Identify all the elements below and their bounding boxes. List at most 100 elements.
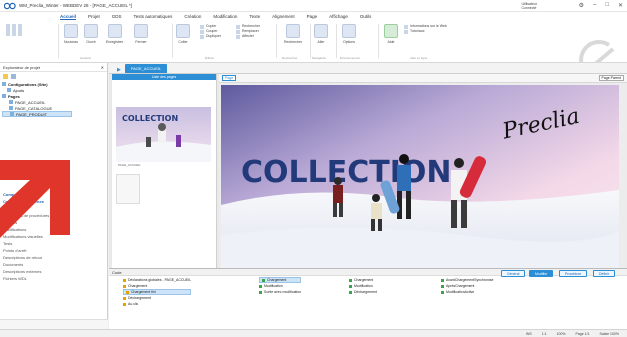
ribbon-separator [310,24,311,58]
menu-item-outils[interactable]: Outils [360,14,372,19]
hero-banner[interactable]: COLLECTION Preclia [221,85,619,268]
title-bar: WM_Preclia_Winter - WEBDEV 28 - [PAGE_AC… [0,0,627,12]
status-bar: INS 1:1 100% Page 1/1 Saisie 100% [0,329,627,337]
status-input: Saisie 100% [599,331,619,336]
document-tabs: ▶ PAGE_ACCUEIL [109,63,627,74]
panel-close-icon[interactable]: ✕ [101,65,104,70]
document-area: ▶ PAGE_ACCUEIL Liste des pages COLLECTIO… [109,63,627,268]
ribbon-separator [172,24,173,58]
new-label: Nouveau [64,40,79,44]
code-item-label: Sortie avec modification [264,290,302,294]
code-item-label: Chargement fini [131,290,156,294]
edit-small-group: Copier Couper Dupliquer [200,24,221,39]
code-item-label: Chargement [354,278,374,282]
ribbon-separator [378,24,379,58]
search-icon [286,24,301,38]
code-item-label: ModificationActive [446,290,475,294]
menu-item-tests[interactable]: Tests automatiques [134,14,173,19]
menu-item-page[interactable]: Page [307,14,318,19]
page-editor: Page Page Parent COLLECTION Preclia [219,74,627,268]
code-item-label: Déchargement [354,290,377,294]
duplicate-button[interactable]: Dupliquer [200,34,221,39]
options-label: Options [342,40,356,44]
page-icon [9,100,13,104]
doc-nav-icon[interactable]: ▶ [117,67,121,73]
save-button[interactable]: Enregistrer [106,24,123,44]
code-list-far: AvantChargementSynchronisé AprèsChargeme… [441,277,493,295]
pages-icon [2,94,6,98]
filter-define-button[interactable]: Définir [593,270,616,277]
menu-item-alignement[interactable]: Alignement [272,14,295,19]
user-badge[interactable]: Utilisateur Connecté [521,2,537,10]
status-position: 1:1 [541,331,547,336]
ribbon: Nouveau Ouvrir Enregistrer Fermer Généra… [0,21,627,80]
section-returns[interactable]: Descriptions de retour [0,254,108,261]
code-item-label: Déchargement [128,296,151,300]
thumb-page-accueil[interactable]: COLLECTION [116,107,211,162]
menu-item-affichage[interactable]: Affichage [329,14,348,19]
goto-button[interactable]: Aller [314,24,328,44]
group-search: Rechercher [282,56,298,60]
quick-nav-other[interactable] [6,32,24,36]
filter-general-button[interactable]: Général [501,270,526,277]
assign-button[interactable]: Affecter [236,34,254,39]
page-tag[interactable]: Page [222,75,237,81]
paste-button[interactable]: Coller [176,24,190,44]
close-doc-button[interactable]: Fermer [134,24,148,44]
help-label: Aide [387,40,395,44]
red-arrow-icon [0,160,70,238]
open-button[interactable]: Ouvrir [84,24,98,44]
code-item[interactable]: Déchargement [349,289,377,295]
app-logo-icon [4,2,16,10]
options-button[interactable]: Options [342,24,356,44]
menu-item-gds[interactable]: GDS [112,14,122,19]
code-item[interactable]: Au clic [123,301,191,307]
tutorials-button[interactable]: Tutoriaux [404,29,424,34]
code-item[interactable]: ModificationActive [441,289,493,295]
webdev-window: WM_Preclia_Winter - WEBDEV 28 - [PAGE_AC… [0,0,627,337]
tree-label: PAGE_CATALOGUE [15,105,53,111]
search-button[interactable]: Rechercher [284,24,302,44]
close-icon[interactable]: ✕ [618,2,623,9]
code-columns: Déclarations globales - PAGE_ACCUEIL Cha… [109,270,627,330]
filter-icon[interactable] [11,73,16,79]
menu-item-creation[interactable]: Création [184,14,201,19]
tree-item-page-produit[interactable]: PAGE_PRODUIT [2,111,72,117]
menu-item-texte[interactable]: Texte [249,14,260,19]
code-item[interactable]: Sortie avec modification [259,289,301,295]
section-external[interactable]: Descriptions externes [0,268,108,275]
section-wdl[interactable]: Fichiers WDL [0,275,108,282]
code-panel: Code Déclarations globales - PAGE_ACCUEI… [109,268,627,329]
tree-label: PAGE_PRODUIT [16,111,48,117]
minimize-icon[interactable]: – [593,2,596,9]
online-help-group: Informations sur le Web Tutoriaux [404,24,447,34]
code-item-label: Chargement [267,278,287,282]
maximize-icon[interactable]: □ [605,2,609,9]
parent-page-button[interactable]: Page Parent [598,75,624,81]
section-documents[interactable]: Documents [0,261,108,268]
menu-item-projet[interactable]: Projet [88,14,100,19]
new-button[interactable]: Nouveau [64,24,78,44]
search-label: Rechercher [284,40,303,44]
code-item-label: Chargement [128,284,148,288]
new-icon [64,24,78,38]
menu-item-accueil[interactable]: Accueil [60,14,77,20]
status-zoom[interactable]: 100% [557,332,566,336]
tab-page-accueil[interactable]: PAGE_ACCUEIL [124,64,168,73]
menu-item-modification[interactable]: Modification [213,14,237,19]
filter-procedure-button[interactable]: Procédure [559,270,588,277]
thumb-caption: PAGE_ACCUEIL [118,163,141,167]
ribbon-separator [276,24,277,58]
settings-icon[interactable]: ⚙ [579,2,584,9]
save-label: Enregistrer [106,40,124,44]
close-doc-icon [134,24,148,38]
status-page: Page 1/1 [575,331,590,336]
folder-icon[interactable] [3,73,8,79]
code-item-label: Déclarations globales - PAGE_ACCUEIL [128,278,192,282]
group-general: Général [80,56,91,60]
hero-collection-text: COLLECTION [241,155,452,190]
config-icon [2,82,6,86]
help-button[interactable]: Aide [384,24,398,44]
filter-modify-button[interactable]: Modifier [529,270,554,277]
thumb-page-2[interactable] [116,174,140,204]
